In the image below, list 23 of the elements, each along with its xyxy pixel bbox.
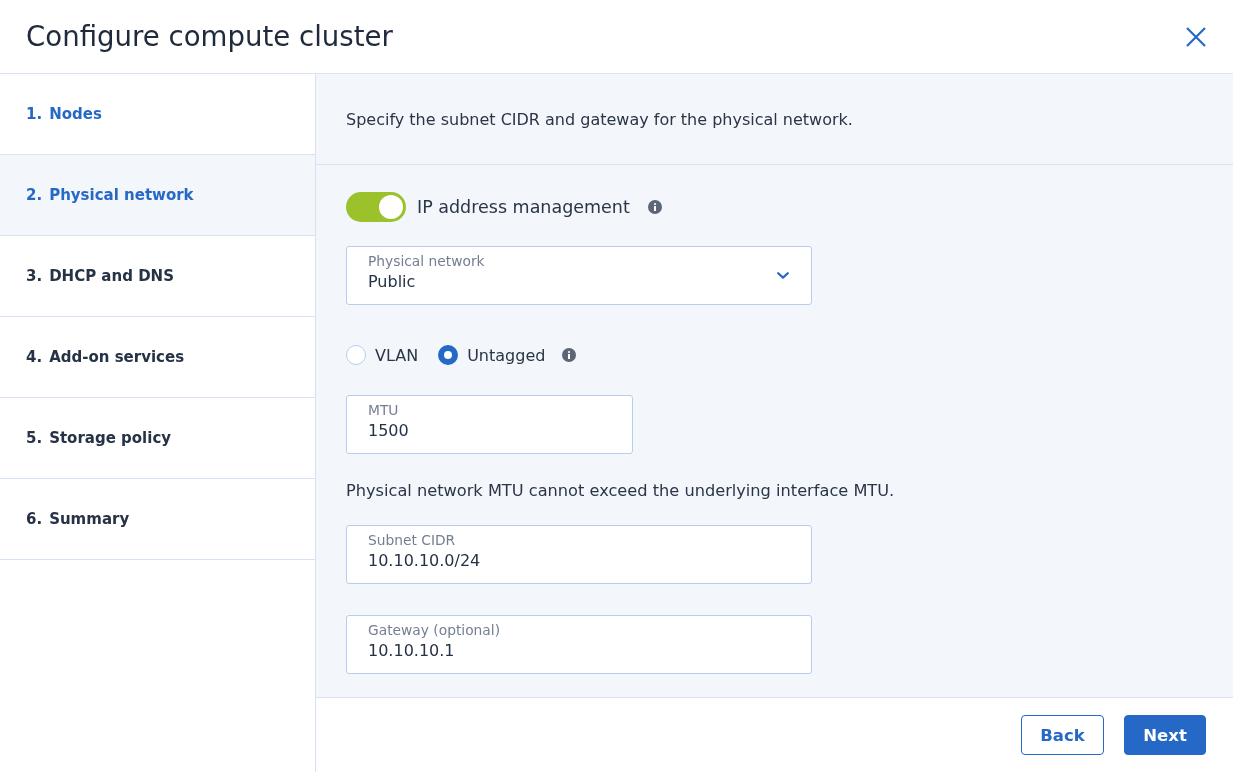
field-label: Physical network	[368, 253, 486, 270]
next-button[interactable]: Next	[1124, 715, 1206, 755]
mtu-field[interactable]: MTU 1500	[346, 395, 633, 454]
radio-button[interactable]	[438, 345, 459, 365]
field-label: MTU	[368, 402, 400, 419]
field-label: Subnet CIDR	[368, 532, 457, 549]
intro-text: Specify the subnet CIDR and gateway for the physical network.	[346, 109, 853, 129]
back-button[interactable]: Back	[1021, 715, 1104, 755]
gateway-field[interactable]: Gateway (optional) 10.10.10.1	[346, 615, 812, 674]
radio-label: VLAN	[375, 345, 419, 365]
field-label: Gateway (optional)	[368, 622, 501, 639]
helper-text: Physical network MTU cannot exceed the underlying interface MTU.	[346, 481, 895, 501]
window-title: Configure compute cluster	[26, 20, 393, 53]
close-icon[interactable]	[1186, 26, 1206, 47]
toggle-label: IP address management	[417, 197, 630, 217]
chevron-down-icon	[777, 272, 789, 279]
step-item[interactable]: 2. Physical network	[0, 155, 315, 236]
toggle-switch[interactable]	[346, 192, 406, 222]
radio-label: Untagged	[467, 345, 546, 365]
info-icon[interactable]	[647, 200, 662, 214]
subnet-field[interactable]: Subnet CIDR 10.10.10.0/24	[346, 525, 812, 584]
info-icon[interactable]	[562, 348, 577, 362]
network-select[interactable]: Physical network Public	[346, 246, 812, 305]
